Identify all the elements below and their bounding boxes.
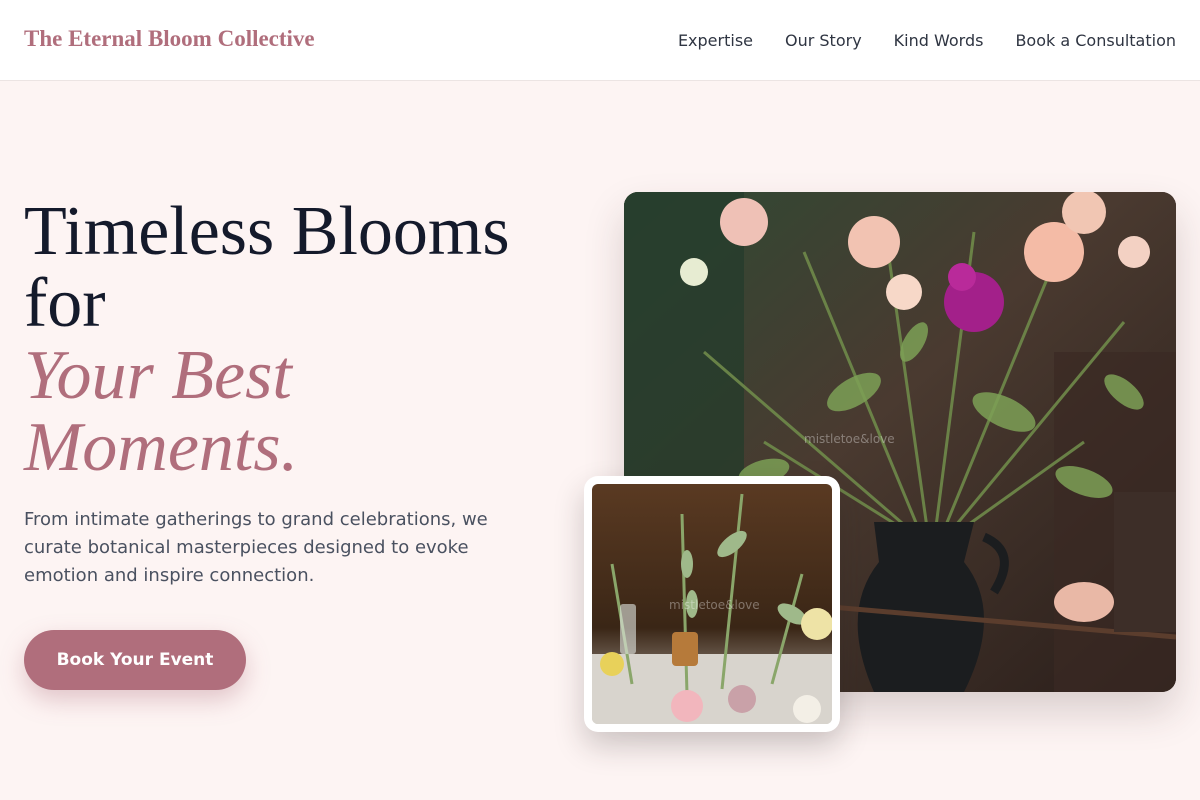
nav-link-our-story[interactable]: Our Story [785,31,862,50]
table-florals-photo: mistletoe&love [592,484,832,724]
main-photo-watermark: mistletoe&love [804,432,895,446]
top-nav: The Eternal Bloom Collective Expertise O… [0,0,1200,81]
nav-link-expertise[interactable]: Expertise [678,31,753,50]
brand-logo[interactable]: The Eternal Bloom Collective [24,26,315,52]
book-event-button[interactable]: Book Your Event [24,630,246,690]
nav-link-kind-words[interactable]: Kind Words [894,31,984,50]
small-photo-watermark: mistletoe&love [669,598,760,612]
headline-accent-line-2: Moments. [24,409,299,486]
hero-subtext: From intimate gatherings to grand celebr… [24,509,488,586]
table-florals-photo-frame: mistletoe&love [584,476,840,732]
headline-line-2: for [24,265,106,342]
headline-accent-line-1: Your Best [24,337,292,414]
headline-line-1: Timeless Blooms [24,193,510,270]
hero-headline: Timeless Blooms for Your Best Moments. [24,196,584,484]
nav-link-book-consultation[interactable]: Book a Consultation [1015,31,1176,50]
nav-links: Expertise Our Story Kind Words Book a Co… [678,31,1176,50]
